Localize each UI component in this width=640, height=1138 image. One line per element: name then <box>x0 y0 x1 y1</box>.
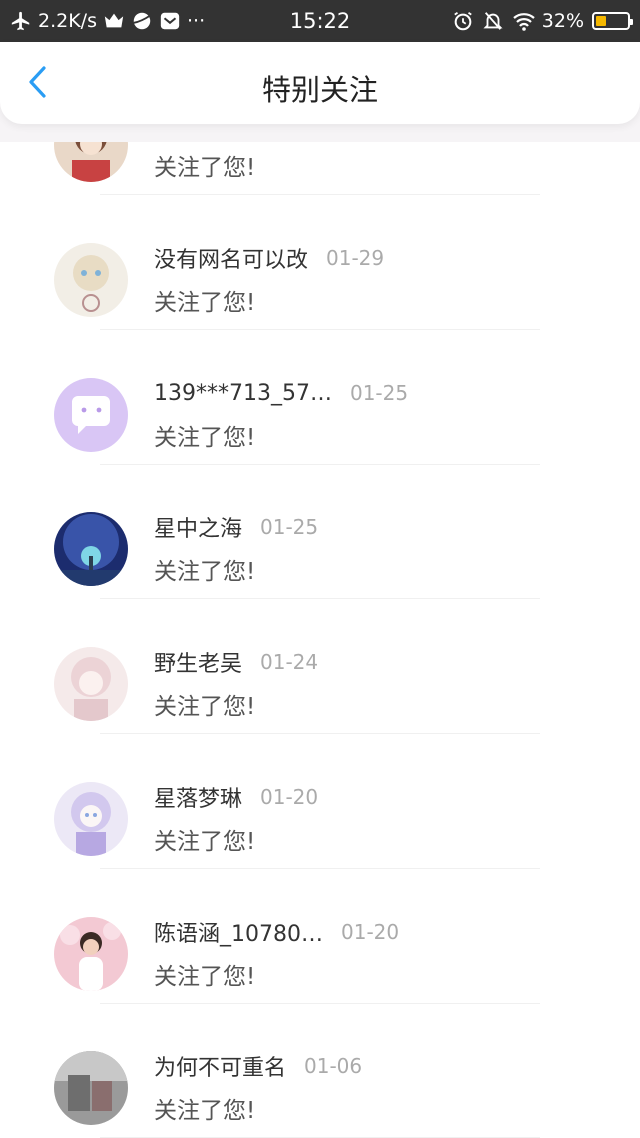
list-item[interactable]: 陈语涵_10780… 01-20 关注了您! <box>0 869 640 1004</box>
user-name[interactable]: 星中之海 <box>154 511 242 543</box>
user-name[interactable]: 为何不可重名 <box>154 1050 286 1082</box>
follow-date: 01-25 <box>349 381 409 405</box>
follow-notification-list: 关注了您! 没有网名可以改 01-29 关注了您! 139***713_57… … <box>0 142 640 1138</box>
user-name[interactable]: 野生老吴 <box>154 646 242 678</box>
message-text: 关注了您! <box>154 829 256 855</box>
name-row: 没有网名可以改 01-29 <box>154 243 384 273</box>
user-name[interactable]: 陈语涵_10780… <box>154 916 323 948</box>
message-text: 关注了您! <box>154 425 256 451</box>
name-row: 为何不可重名 01-06 <box>154 1051 362 1081</box>
list-item[interactable]: 野生老吴 01-24 关注了您! <box>0 599 640 734</box>
follow-date: 01-20 <box>260 785 319 809</box>
name-row: 星中之海 01-25 <box>154 512 318 542</box>
status-right: 32% <box>452 0 633 42</box>
message-text: 关注了您! <box>154 155 256 181</box>
avatar[interactable] <box>54 512 128 586</box>
message-text: 关注了您! <box>154 694 256 720</box>
avatar[interactable] <box>54 1051 128 1125</box>
follow-date: 01-20 <box>341 920 400 944</box>
list-item[interactable]: 星中之海 01-25 关注了您! <box>0 464 640 599</box>
name-row: 陈语涵_10780… 01-20 <box>154 917 399 947</box>
header: 特别关注 <box>0 42 640 124</box>
list-item[interactable]: 为何不可重名 01-06 关注了您! <box>0 1003 640 1138</box>
list-item[interactable]: 139***713_57… 01-25 关注了您! <box>0 330 640 465</box>
mute-bell-icon <box>482 10 504 32</box>
list-item[interactable]: 没有网名可以改 01-29 关注了您! <box>0 195 640 330</box>
user-name[interactable]: 139***713_57… <box>154 381 332 406</box>
name-row: 野生老吴 01-24 <box>154 647 318 677</box>
name-row: 139***713_57… 01-25 <box>154 378 408 408</box>
battery-level <box>596 16 606 26</box>
user-name[interactable]: 星落梦琳 <box>154 781 242 813</box>
wifi-icon <box>512 10 535 32</box>
avatar[interactable] <box>54 647 128 721</box>
battery-cap <box>630 19 633 25</box>
message-text: 关注了您! <box>154 559 256 585</box>
avatar[interactable] <box>54 378 128 452</box>
message-text: 关注了您! <box>154 290 256 316</box>
user-name[interactable]: 没有网名可以改 <box>154 242 308 274</box>
follow-date: 01-29 <box>326 246 385 270</box>
avatar[interactable] <box>54 142 128 182</box>
alarm-icon <box>452 10 474 32</box>
follow-date: 01-25 <box>260 515 319 539</box>
follow-date: 01-24 <box>260 650 319 674</box>
name-row: 星落梦琳 01-20 <box>154 782 318 812</box>
status-bar: 2.2K/s ··· 15:22 32% <box>0 0 640 42</box>
message-text: 关注了您! <box>154 1098 256 1124</box>
avatar[interactable] <box>54 782 128 856</box>
battery-percent: 32% <box>541 10 584 32</box>
follow-date: 01-06 <box>304 1054 363 1078</box>
message-text: 关注了您! <box>154 964 256 990</box>
list-item[interactable]: 关注了您! <box>0 142 640 195</box>
battery-icon <box>592 12 633 30</box>
avatar[interactable] <box>54 243 128 317</box>
list-item[interactable]: 星落梦琳 01-20 关注了您! <box>0 734 640 869</box>
page-title: 特别关注 <box>261 73 378 107</box>
avatar[interactable] <box>54 917 128 991</box>
